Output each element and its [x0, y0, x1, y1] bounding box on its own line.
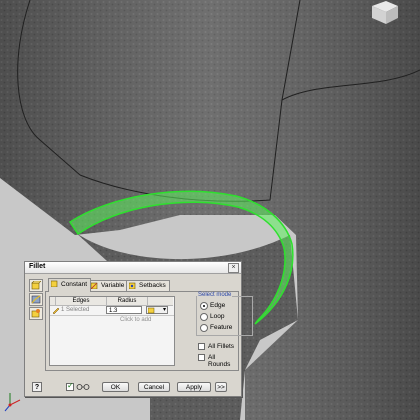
constant-tab-panel: Edges Radius 1 Selected 1.3 ▾ Click to a…	[45, 291, 253, 371]
ok-button[interactable]: OK	[102, 382, 129, 392]
apply-button[interactable]: Apply	[177, 382, 211, 392]
mode-feature-option[interactable]: Feature	[197, 324, 252, 333]
tab-constant-label: Constant	[61, 281, 88, 288]
fillet-preset-icon	[148, 307, 155, 314]
edge-fillet-button[interactable]	[29, 279, 43, 292]
setbacks-icon	[129, 282, 136, 289]
mode-edge-label: Edge	[210, 302, 226, 309]
tab-setbacks-label: Setbacks	[139, 282, 166, 289]
column-header-blank	[148, 297, 173, 306]
table-row[interactable]: 1 Selected 1.3 ▾	[50, 306, 174, 316]
edge-fillet-icon	[31, 281, 41, 290]
full-round-fillet-icon	[31, 309, 40, 318]
mode-loop-radio[interactable]	[200, 313, 208, 321]
constant-fillet-icon	[51, 280, 58, 287]
mode-edge-radio[interactable]	[200, 302, 208, 310]
tab-variable[interactable]: Variable	[88, 280, 129, 291]
edges-radius-table[interactable]: Edges Radius 1 Selected 1.3 ▾ Click to a…	[49, 296, 175, 366]
variable-fillet-icon	[91, 282, 98, 289]
face-fillet-button[interactable]	[29, 293, 43, 306]
select-mode-label: Select mode	[197, 292, 233, 298]
full-round-fillet-button[interactable]	[29, 307, 43, 320]
click-to-add-row[interactable]: Click to add	[120, 317, 151, 323]
glasses-preview-icon	[76, 384, 90, 390]
chevron-down-icon: ▾	[162, 307, 166, 313]
help-button[interactable]: ?	[32, 382, 42, 392]
cancel-button[interactable]: Cancel	[138, 382, 170, 392]
dialog-title: Fillet	[29, 263, 46, 270]
column-header-edges: Edges	[56, 297, 107, 306]
close-button[interactable]: ×	[228, 263, 239, 273]
column-header-radius: Radius	[107, 297, 148, 306]
axis-triad-icon	[4, 393, 21, 412]
mode-feature-label: Feature	[210, 324, 233, 331]
pencil-icon	[52, 307, 60, 314]
tab-variable-label: Variable	[101, 282, 125, 289]
select-mode-group: Edge Loop Feature	[196, 296, 253, 336]
fillet-dialog[interactable]: Fillet × Constant Variable Setbacks Edge…	[24, 261, 253, 397]
all-fillets-checkbox[interactable]	[198, 343, 205, 350]
preview-checkbox[interactable]	[66, 381, 74, 391]
radius-dropdown[interactable]: ▾	[146, 306, 168, 314]
radius-input[interactable]: 1.3	[106, 306, 142, 314]
tab-setbacks[interactable]: Setbacks	[126, 280, 170, 291]
all-rounds-checkbox[interactable]	[198, 354, 205, 361]
mode-feature-radio[interactable]	[200, 324, 208, 332]
more-button[interactable]: >>	[215, 382, 227, 392]
edges-cell[interactable]: 1 Selected	[61, 307, 89, 313]
tab-constant[interactable]: Constant	[48, 278, 92, 292]
all-fillets-label: All Fillets	[208, 343, 235, 350]
dialog-titlebar[interactable]: Fillet ×	[25, 262, 241, 274]
mode-loop-label: Loop	[210, 313, 225, 320]
face-fillet-icon	[31, 295, 41, 304]
mode-edge-option[interactable]: Edge	[197, 302, 252, 311]
mode-loop-option[interactable]: Loop	[197, 313, 252, 322]
all-rounds-label: All Rounds	[208, 354, 231, 368]
